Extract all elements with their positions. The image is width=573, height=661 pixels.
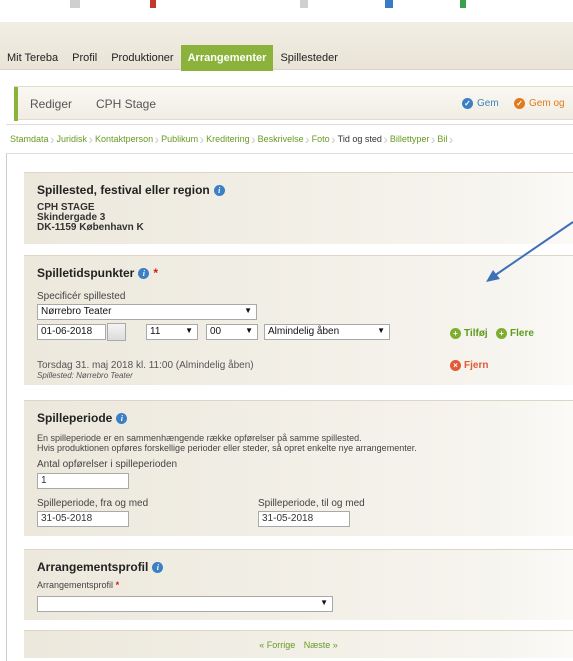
info-icon[interactable]: i — [138, 267, 150, 279]
cropped-fragment — [385, 0, 393, 8]
top-strip — [0, 0, 573, 22]
minute-select[interactable]: 00 ▼ — [206, 324, 258, 340]
save-other-button[interactable]: ✓ Gem og — [514, 98, 565, 109]
tab-tid-og-sted[interactable]: Tid og sted — [334, 125, 388, 153]
nav-mit-tereba[interactable]: Mit Tereba — [0, 45, 65, 71]
tab-bar: Stamdata Juridisk Kontaktperson Publikum… — [6, 124, 573, 154]
chevron-down-icon: ▼ — [320, 598, 328, 607]
edit-label: Rediger — [30, 97, 73, 111]
period-description: En spilleperiode er en sammenhængende ræ… — [37, 433, 417, 453]
event-name: CPH Stage — [96, 97, 157, 111]
close-icon: × — [450, 360, 461, 371]
arrow-line — [493, 221, 573, 277]
cropped-fragment — [300, 0, 308, 8]
from-date-input[interactable]: 31-05-2018 — [37, 511, 129, 527]
save-label: Gem — [477, 98, 499, 109]
remove-label: Fjern — [464, 360, 489, 371]
calendar-icon[interactable] — [107, 323, 126, 341]
arrowhead-icon — [486, 270, 500, 282]
prev-link[interactable]: « Forrige — [259, 640, 295, 650]
hour-value: 11 — [150, 326, 161, 337]
chevron-down-icon: ▼ — [245, 326, 253, 335]
add-label: Tilføj — [464, 328, 488, 339]
to-date-input[interactable]: 31-05-2018 — [258, 511, 350, 527]
arrow-annotation — [486, 221, 573, 282]
hour-select[interactable]: 11 ▼ — [146, 324, 198, 340]
times-title-text: Spilletidspunkter — [37, 266, 135, 280]
nav-spillesteder[interactable]: Spillesteder — [273, 45, 344, 71]
more-button[interactable]: + Flere — [496, 328, 534, 339]
period-title-text: Spilleperiode — [37, 411, 113, 425]
save-button[interactable]: ✓ Gem — [462, 98, 499, 109]
info-icon[interactable]: i — [152, 561, 164, 573]
period-desc-1: En spilleperiode er en sammenhængende ræ… — [37, 433, 362, 443]
profile-select[interactable]: ▼ — [37, 596, 333, 612]
to-label: Spilleperiode, til og med — [258, 498, 365, 509]
tab-foto[interactable]: Foto — [308, 125, 336, 153]
chevron-down-icon: ▼ — [377, 326, 385, 335]
venue-line-3: DK-1159 København K — [37, 222, 144, 233]
cropped-fragment — [460, 0, 466, 8]
chevron-down-icon: ▼ — [185, 326, 193, 335]
minute-value: 00 — [210, 326, 222, 337]
main-nav: Mit Tereba Profil Produktioner Arrangeme… — [0, 45, 345, 71]
time-entry: Torsdag 31. maj 2018 kl. 11:00 (Almindel… — [37, 360, 254, 371]
save-other-label: Gem og — [529, 98, 565, 109]
time-entry-venue: Spillested: Nørrebro Teater — [37, 371, 133, 380]
period-desc-2: Hvis produktionen opføres forskellige pe… — [37, 443, 417, 453]
venue-title-text: Spillested, festival eller region — [37, 183, 210, 197]
venue-select[interactable]: Nørrebro Teater ▼ — [37, 304, 257, 320]
pager: « Forrige Næste » — [24, 630, 573, 658]
info-icon[interactable]: i — [116, 412, 128, 424]
profile-title-text: Arrangementsprofil — [37, 560, 149, 574]
status-value: Almindelig åben — [268, 326, 340, 337]
next-link[interactable]: Næste » — [304, 640, 338, 650]
venue-select-label: Specificér spillested — [37, 291, 126, 302]
profile-title: Arrangementsprofil i — [37, 560, 164, 574]
tab-publikum[interactable]: Publikum — [157, 125, 204, 153]
tab-billettyper[interactable]: Billettyper — [386, 125, 435, 153]
period-title: Spilleperiode i — [37, 411, 128, 425]
tab-kreditering[interactable]: Kreditering — [202, 125, 255, 153]
required-marker: * — [153, 266, 159, 280]
profile-label-text: Arrangementsprofil — [37, 580, 114, 590]
chevron-down-icon: ▼ — [244, 306, 252, 315]
venue-title: Spillested, festival eller region i — [37, 183, 225, 197]
cropped-fragment — [70, 0, 80, 8]
venue-address: CPH STAGE Skindergade 3 DK-1159 Københav… — [37, 203, 144, 233]
tab-kontaktperson[interactable]: Kontaktperson — [91, 125, 159, 153]
profile-section: Arrangementsprofil i Arrangementsprofil … — [24, 549, 573, 620]
nav-profil[interactable]: Profil — [65, 45, 104, 71]
cropped-fragment — [150, 0, 156, 8]
venue-select-value: Nørrebro Teater — [41, 306, 112, 317]
edit-bar: Rediger CPH Stage ✓ Gem ✓ Gem og — [14, 86, 573, 121]
tab-stamdata[interactable]: Stamdata — [6, 125, 54, 153]
nav-produktioner[interactable]: Produktioner — [104, 45, 180, 71]
times-title: Spilletidspunkter i * — [37, 266, 158, 280]
more-label: Flere — [510, 328, 534, 339]
tab-beskrivelse[interactable]: Beskrivelse — [254, 125, 310, 153]
accent-bar — [14, 87, 18, 121]
profile-field-label: Arrangementsprofil * — [37, 580, 119, 590]
period-section: Spilleperiode i En spilleperiode er en s… — [24, 400, 573, 536]
remove-button[interactable]: × Fjern — [450, 360, 488, 371]
status-select[interactable]: Almindelig åben ▼ — [264, 324, 390, 340]
check-icon: ✓ — [462, 98, 473, 109]
required-marker: * — [115, 580, 120, 590]
date-input[interactable]: 01-06-2018 — [37, 324, 106, 340]
check-icon: ✓ — [514, 98, 525, 109]
tab-bil[interactable]: Bil — [433, 125, 453, 153]
info-icon[interactable]: i — [213, 184, 225, 196]
add-button[interactable]: + Tilføj — [450, 328, 488, 339]
from-label: Spilleperiode, fra og med — [37, 498, 149, 509]
divider — [6, 154, 7, 661]
count-label: Antal opførelser i spilleperioden — [37, 459, 178, 470]
plus-icon: + — [496, 328, 507, 339]
nav-arrangementer[interactable]: Arrangementer — [180, 45, 274, 71]
plus-icon: + — [450, 328, 461, 339]
tab-juridisk[interactable]: Juridisk — [53, 125, 93, 153]
count-input[interactable]: 1 — [37, 473, 129, 489]
